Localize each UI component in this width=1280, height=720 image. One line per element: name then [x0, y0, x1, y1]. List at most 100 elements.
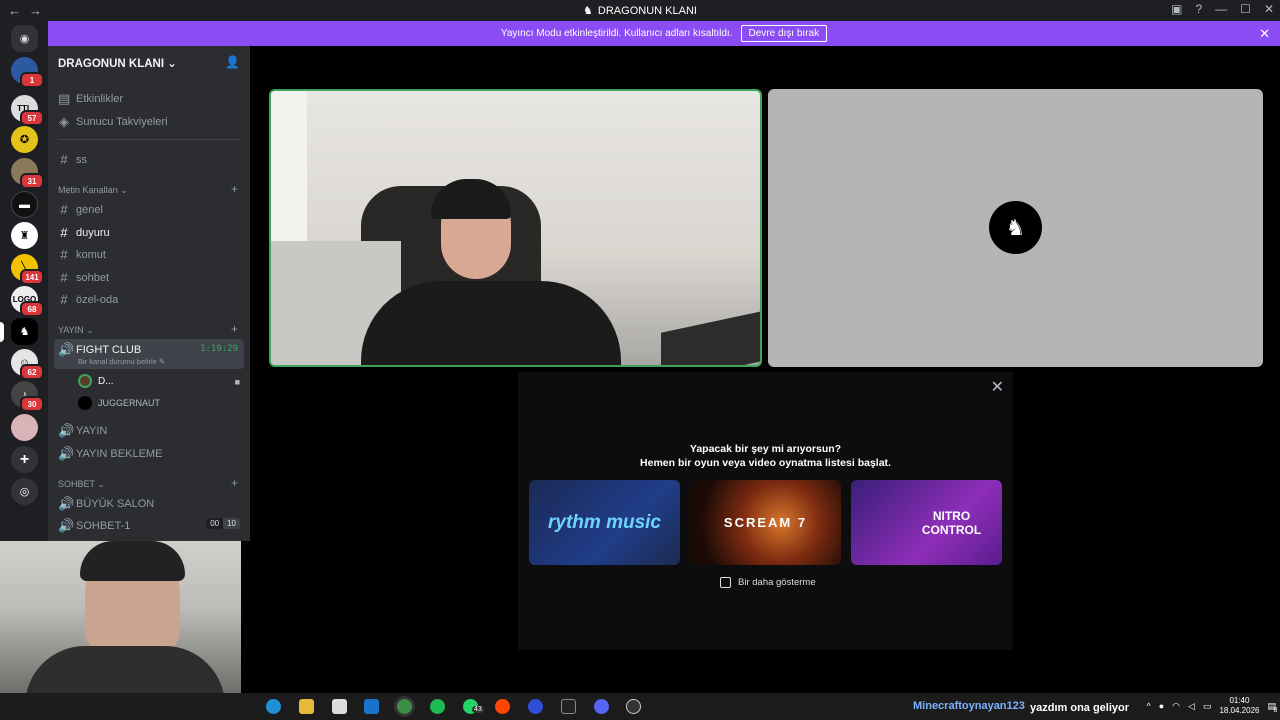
video-tile-avatar[interactable]: ♞ — [768, 89, 1263, 367]
clock[interactable]: 01:40 18.04.2026 — [1219, 696, 1259, 716]
category-sohbet[interactable]: SOHBET ⌄ — [58, 479, 105, 490]
add-channel-icon[interactable]: + — [231, 476, 238, 490]
server-icon[interactable]: 1 — [11, 57, 44, 88]
server-icon[interactable]: ☺ 62 — [11, 349, 44, 380]
disable-button[interactable]: Devre dışı bırak — [740, 25, 828, 42]
ticker-username: Minecraftoynayan123 — [913, 700, 1025, 712]
server-icon[interactable]: ♪ 30 — [11, 381, 44, 412]
server-icon[interactable]: 31 — [11, 158, 44, 189]
camera-icon: ■ — [234, 377, 240, 387]
voice-channel-buyuk-salon[interactable]: 🔊 BÜYÜK SALON — [58, 496, 154, 512]
boosts-item[interactable]: ◈ Sunucu Takviyeleri — [58, 114, 168, 130]
close-icon[interactable]: ✕ — [1264, 2, 1274, 16]
ea-icon[interactable] — [528, 699, 543, 714]
channel-sohbet[interactable]: # sohbet — [58, 270, 109, 285]
video-tile-active-speaker[interactable] — [269, 89, 762, 367]
banner-message: Yayıncı Modu etkinleştirildi. Kullanıcı … — [500, 28, 733, 39]
add-server-icon[interactable]: + — [11, 446, 38, 473]
checkbox[interactable] — [720, 577, 731, 588]
chevron-down-icon: ⌄ — [167, 58, 177, 70]
hash-icon: # — [60, 292, 68, 307]
activity-card-rythm[interactable]: rythm music — [529, 480, 680, 565]
panel-title: Yapacak bir şey mi arıyorsun? — [689, 443, 842, 455]
discord-home-icon[interactable]: ◉ — [11, 25, 38, 52]
server-name[interactable]: DRAGONUN KLANI ⌄ — [58, 56, 177, 70]
channel-sidebar: DRAGONUN KLANI ⌄ 👤 ▤ Etkinlikler ◈ Sunucu … — [48, 46, 250, 541]
add-channel-icon[interactable]: + — [231, 322, 238, 336]
channel-genel[interactable]: # genel — [58, 202, 103, 217]
category-text[interactable]: Metin Kanalları ⌄ — [58, 185, 128, 196]
streamer-mode-banner: Yayıncı Modu etkinleştirildi. Kullanıcı … — [48, 21, 1280, 46]
hash-icon: # — [60, 152, 68, 167]
reddit-icon[interactable] — [495, 699, 510, 714]
headphones — [80, 541, 185, 581]
mail-icon[interactable] — [364, 699, 379, 714]
back-icon[interactable]: ← — [8, 3, 29, 18]
volume-icon[interactable]: ◁ — [1188, 701, 1195, 712]
voice-user[interactable]: D... — [78, 374, 114, 388]
help-icon[interactable]: ? — [1195, 2, 1202, 16]
server-icon[interactable]: ▬ — [11, 191, 38, 218]
speaker-icon: 🔊 — [58, 446, 75, 461]
dont-show-again-checkbox[interactable]: Bir daha gösterme — [720, 577, 816, 588]
user-avatar: ♞ — [989, 201, 1042, 254]
wifi-icon[interactable]: ◠ — [1172, 701, 1180, 712]
avatar — [78, 374, 92, 388]
current-server-icon[interactable]: ♞ — [0, 318, 38, 345]
user-limit-badge: 00 10 — [206, 518, 240, 529]
category-yayin[interactable]: YAYIN ⌄ — [58, 325, 94, 336]
voice-channel-yayin-bekleme[interactable]: 🔊 YAYIN BEKLEME — [58, 446, 162, 462]
store-icon[interactable] — [332, 699, 347, 714]
inbox-icon[interactable]: ▣ — [1171, 2, 1182, 16]
notification-icon[interactable]: ▤ 8 — [1267, 701, 1277, 714]
voice-channel-sohbet-1[interactable]: 🔊 SOHBET-1 — [58, 518, 130, 534]
window-titlebar: ←→ ♞ DRAGONUN KLANI ▣ ? — ☐ ✕ — [0, 0, 1280, 21]
voice-channel-fight-club[interactable]: 🔊 FIGHT CLUB 1:19:29 Bir kanal durumu bel… — [54, 339, 244, 369]
forward-icon[interactable]: → — [29, 3, 50, 18]
channel-ss[interactable]: # ss — [58, 152, 87, 167]
hash-icon: # — [60, 247, 68, 262]
battery-icon[interactable]: ▭ — [1203, 701, 1212, 712]
hash-icon: # — [60, 225, 68, 240]
channel-ozel-oda[interactable]: # özel-oda — [58, 292, 118, 307]
voice-channel-yayin[interactable]: 🔊 YAYIN — [58, 423, 107, 439]
monitor — [661, 309, 760, 365]
discover-icon[interactable]: ◎ — [11, 478, 38, 505]
banner-close-icon[interactable]: ✕ — [1259, 26, 1270, 42]
channel-komut[interactable]: # komut — [58, 247, 106, 262]
server-icon[interactable]: ♜ — [11, 222, 38, 249]
whatsapp-icon[interactable]: 43 — [463, 699, 484, 714]
events-item[interactable]: ▤ Etkinlikler — [58, 91, 123, 107]
minimize-icon[interactable]: — — [1215, 2, 1227, 16]
server-icon[interactable]: LOGO 68 — [11, 286, 44, 317]
channel-duyuru[interactable]: # duyuru — [58, 225, 109, 240]
add-channel-icon[interactable]: + — [231, 182, 238, 196]
activity-card-nitro-control[interactable]: NITRO CONTROL — [851, 480, 1002, 565]
edge-icon[interactable] — [266, 699, 281, 714]
voice-timer: 1:19:29 — [200, 344, 238, 354]
obs-icon[interactable] — [626, 699, 641, 714]
windows-taskbar: 43 Minecraftoynayan123 yazdım ona geliyo… — [0, 693, 1280, 720]
server-icon[interactable] — [11, 414, 38, 441]
voice-user[interactable]: JUGGERNAUT — [78, 396, 160, 410]
activity-card-scream[interactable]: SCREAM 7 — [690, 480, 841, 565]
speaker-icon: 🔊 — [58, 496, 75, 511]
discord-icon[interactable] — [594, 699, 609, 714]
invite-icon[interactable]: 👤 — [225, 55, 240, 69]
chevron-up-icon[interactable]: ^ — [1146, 701, 1150, 711]
server-icon[interactable]: ╲ 141 — [11, 254, 44, 285]
nav-arrows[interactable]: ←→ — [8, 3, 50, 18]
server-icon[interactable]: ✪ — [11, 126, 38, 153]
hash-icon: # — [60, 270, 68, 285]
set-status-link[interactable]: Bir kanal durumu belirle ✎ — [78, 357, 165, 366]
close-icon[interactable]: ✕ — [991, 377, 1004, 397]
file-explorer-icon[interactable] — [299, 699, 314, 714]
maximize-icon[interactable]: ☐ — [1240, 2, 1251, 16]
spotify-icon[interactable] — [430, 699, 445, 714]
avatar — [78, 396, 92, 410]
server-icon[interactable]: TTL 57 — [11, 95, 44, 126]
chrome-icon[interactable] — [397, 699, 412, 714]
mic-icon[interactable]: ● — [1159, 701, 1164, 711]
headphones — [431, 179, 511, 219]
epic-games-icon[interactable] — [561, 699, 576, 714]
